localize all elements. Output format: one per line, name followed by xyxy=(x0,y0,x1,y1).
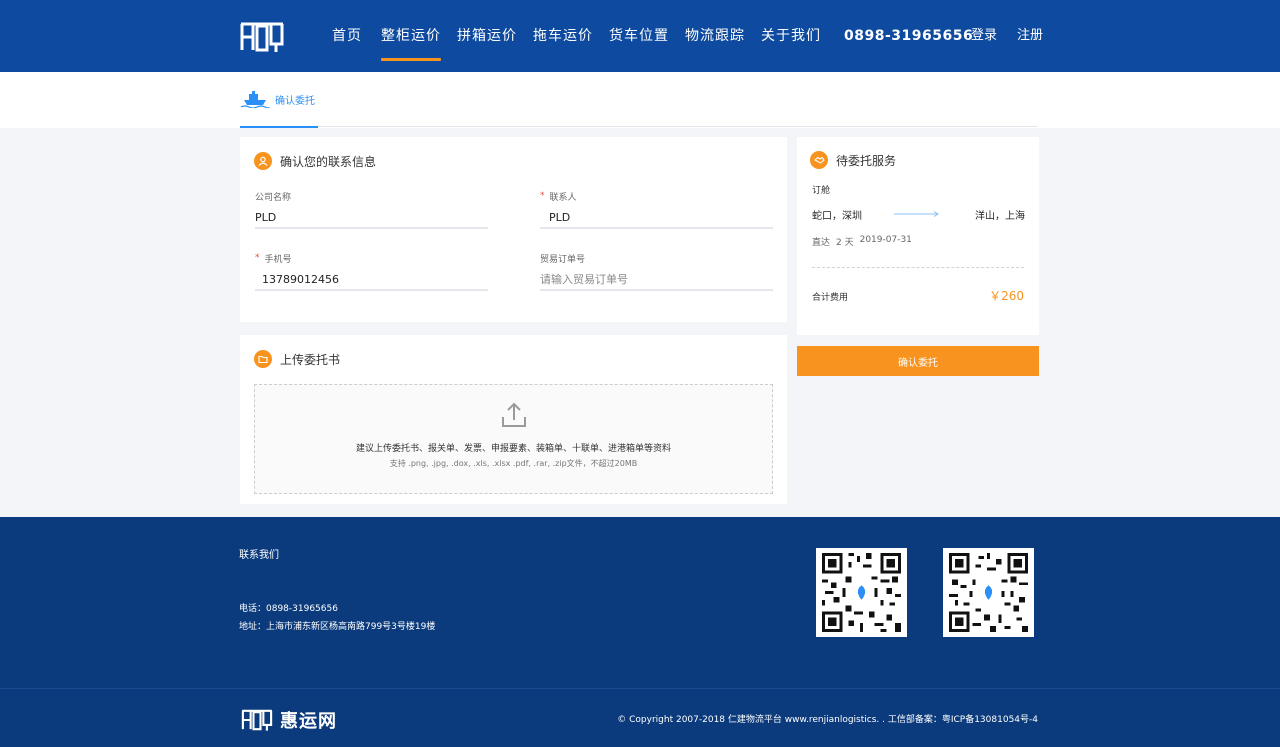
nav-item-lcl[interactable]: 拼箱运价 xyxy=(457,0,517,72)
service-card: 待委托服务 订舱 蛇口，深圳 洋山，上海 直达 2 天 2019-07-31 合… xyxy=(797,137,1039,335)
tab-confirm-order[interactable]: 确认委托 xyxy=(240,72,318,128)
qr-icon xyxy=(822,553,901,632)
upload-card-title: 上传委托书 xyxy=(254,350,340,368)
footer-bottom: 惠运网 © Copyright 2007-2018 仁建物流平台 www.ren… xyxy=(0,688,1280,747)
logo-icon[interactable] xyxy=(240,20,284,54)
header-phone: 0898-31965656 xyxy=(844,28,974,44)
register-link[interactable]: 注册 xyxy=(1017,0,1043,72)
confirm-order-button[interactable]: 确认委托 xyxy=(797,346,1039,376)
contact-card-title: 确认您的联系信息 xyxy=(254,152,376,170)
nav-item-about[interactable]: 关于我们 xyxy=(761,0,821,72)
upload-formats: 支持 .png, .jpg, .dox, .xls, .xlsx .pdf, .… xyxy=(389,459,638,468)
service-card-title: 待委托服务 xyxy=(810,151,896,169)
service-type: 订舱 xyxy=(812,186,831,196)
handshake-icon xyxy=(810,151,828,169)
qr-icon xyxy=(949,553,1028,632)
nav-item-home[interactable]: 首页 xyxy=(332,0,362,72)
order-label: 贸易订单号 xyxy=(540,254,586,265)
upload-dropzone[interactable]: 建议上传委托书、报关单、发票、申报要素、装箱单、十联单、进港箱单等资料 支持 .… xyxy=(254,384,773,494)
footer-address: 地址：上海市浦东新区杨高南路799号3号楼19楼 xyxy=(239,622,436,632)
ship-icon xyxy=(240,91,270,108)
top-header: 首页 整柜运价 拼箱运价 拖车运价 货车位置 物流跟踪 关于我们 0898-31… xyxy=(0,0,1280,72)
qr-code-2 xyxy=(943,548,1034,637)
contact-card: 确认您的联系信息 公司名称 * 联系人 * 手机号 贸易订单号 xyxy=(240,137,787,322)
upload-icon xyxy=(502,402,526,427)
tab-label: 确认委托 xyxy=(275,95,315,107)
divider xyxy=(318,126,1038,127)
route-arrow-icon xyxy=(894,211,939,217)
user-icon xyxy=(254,152,272,170)
nav-item-truck-location[interactable]: 货车位置 xyxy=(609,0,669,72)
footer-tel: 电话：0898-31965656 xyxy=(239,604,338,614)
route-meta: 直达 2 天 2019-07-31 xyxy=(812,235,918,248)
login-link[interactable]: 登录 xyxy=(971,0,997,72)
company-input[interactable] xyxy=(255,207,488,229)
nav-item-tracking[interactable]: 物流跟踪 xyxy=(685,0,745,72)
required-mark: * xyxy=(255,253,260,263)
phone-field: * 手机号 xyxy=(255,251,488,291)
required-mark: * xyxy=(540,191,545,201)
footer-brand[interactable]: 惠运网 xyxy=(240,707,337,733)
phone-input[interactable] xyxy=(255,269,488,291)
transit-days: 2 天 xyxy=(836,238,854,248)
contact-field: * 联系人 xyxy=(540,189,773,229)
copyright-text: © Copyright 2007-2018 仁建物流平台 www.renjian… xyxy=(617,715,1038,725)
nav-item-fcl[interactable]: 整柜运价 xyxy=(381,0,441,72)
contact-input[interactable] xyxy=(540,207,773,229)
dashed-divider xyxy=(812,267,1024,268)
route-origin: 蛇口，深圳 xyxy=(812,211,862,222)
route-destination: 洋山，上海 xyxy=(975,211,1025,222)
total-label: 合计费用 xyxy=(812,293,849,303)
contact-label: 联系人 xyxy=(549,192,577,203)
footer: 联系我们 电话：0898-31965656 地址：上海市浦东新区杨高南路799号… xyxy=(0,517,1280,688)
sail-date: 2019-07-31 xyxy=(859,235,912,245)
total-price: ￥260 xyxy=(989,289,1024,303)
phone-label: 手机号 xyxy=(264,254,292,265)
order-field: 贸易订单号 xyxy=(540,251,773,291)
logo-icon xyxy=(241,709,273,731)
folder-icon xyxy=(254,350,272,368)
main-nav: 首页 整柜运价 拼箱运价 拖车运价 货车位置 物流跟踪 关于我们 xyxy=(332,0,837,72)
footer-title: 联系我们 xyxy=(239,550,279,561)
nav-item-trailer[interactable]: 拖车运价 xyxy=(533,0,593,72)
direct-label: 直达 xyxy=(812,238,831,248)
upload-card: 上传委托书 建议上传委托书、报关单、发票、申报要素、装箱单、十联单、进港箱单等资… xyxy=(240,335,787,504)
company-field: 公司名称 xyxy=(255,189,488,229)
order-input[interactable] xyxy=(540,269,773,291)
brand-name: 惠运网 xyxy=(280,711,337,732)
qr-code-1 xyxy=(816,548,907,637)
company-label: 公司名称 xyxy=(255,192,292,203)
step-bar: 确认委托 xyxy=(0,72,1280,128)
upload-hint: 建议上传委托书、报关单、发票、申报要素、装箱单、十联单、进港箱单等资料 xyxy=(355,444,671,454)
auth-links: 登录 注册 xyxy=(971,0,1063,72)
